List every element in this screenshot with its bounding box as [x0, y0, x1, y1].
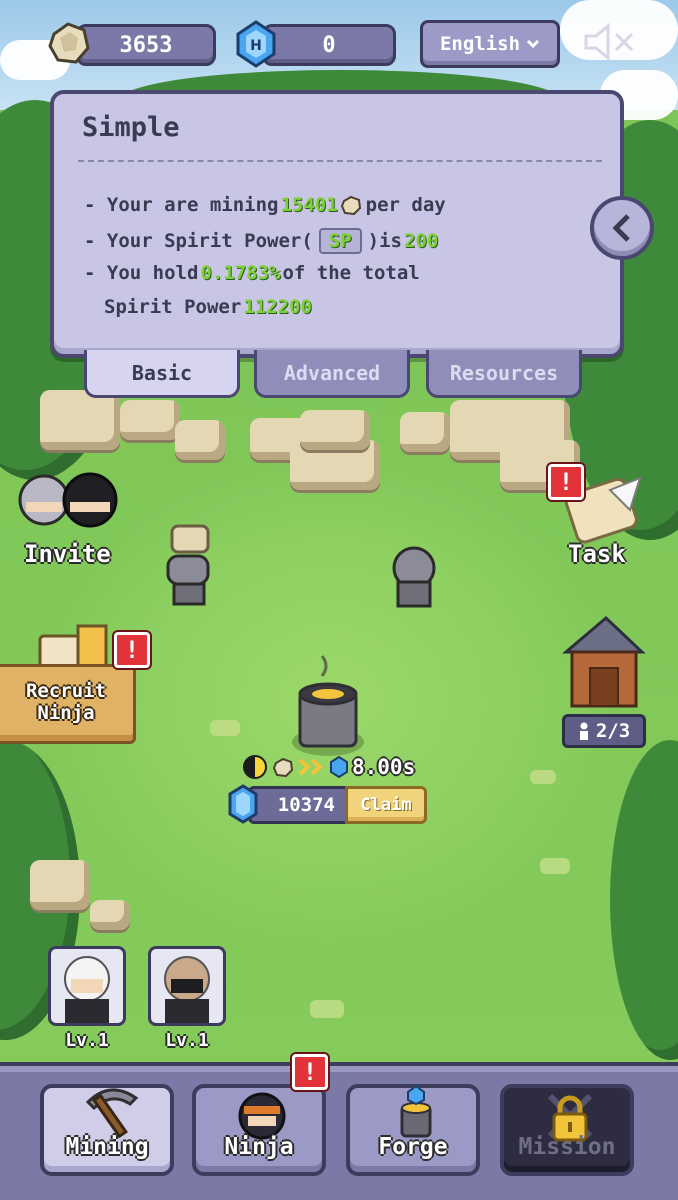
language-label: English: [439, 33, 521, 55]
tab-basic[interactable]: Basic: [84, 350, 240, 398]
invite-label: Invite: [24, 540, 111, 568]
ninja-sprite: [392, 546, 436, 608]
nav-label: Ninja: [224, 1134, 294, 1160]
nav-mission[interactable]: Mission: [500, 1084, 634, 1176]
chevron-left-icon: [612, 214, 630, 242]
person-icon: [579, 722, 588, 740]
coin-counter: 3653: [76, 24, 216, 66]
half-moon-icon: [243, 755, 267, 779]
forge-well: [292, 655, 364, 756]
house-capacity[interactable]: 2/3: [562, 714, 646, 748]
language-select[interactable]: English: [420, 20, 560, 68]
tab-label: Basic: [131, 360, 193, 385]
panel-title: Simple: [82, 112, 180, 143]
claim-button[interactable]: Claim: [345, 786, 427, 824]
blue-gem-icon: H: [236, 20, 276, 68]
nav-mining[interactable]: Mining: [40, 1084, 174, 1176]
ninja-level: Lv.1: [165, 1030, 209, 1051]
text: of the total: [282, 262, 420, 284]
chevron-down-icon: [526, 39, 540, 49]
task-label: Task: [568, 540, 626, 568]
svg-text:H: H: [250, 38, 262, 54]
nav-label: Mission: [518, 1134, 616, 1160]
total-power-value: 112200: [243, 296, 312, 318]
gem-counter: 0: [262, 24, 396, 66]
invite-ninjas: [18, 472, 118, 528]
ninja-card[interactable]: [48, 946, 126, 1026]
spirit-power-value: 200: [404, 230, 439, 252]
claim-label: Claim: [360, 795, 412, 815]
text: - Your Spirit Power(: [84, 230, 313, 252]
stone-coin-icon: [272, 757, 294, 777]
text: - You hold: [84, 262, 199, 284]
blue-gem-icon: [228, 784, 258, 824]
text: - Your are mining: [84, 194, 279, 216]
nav-ninja[interactable]: Ninja: [192, 1084, 326, 1176]
claimable-amount: 10374: [248, 786, 348, 824]
blue-gem-icon: [330, 756, 348, 778]
ninja-portrait: [164, 956, 210, 1023]
gem-count: 0: [322, 32, 336, 58]
double-arrow-icon: [298, 758, 324, 776]
mining-rate-line: - Your are mining 15401 per day: [84, 194, 446, 216]
tab-resources[interactable]: Resources: [426, 350, 582, 398]
alert-mark: !: [558, 468, 574, 496]
nav-label: Mining: [65, 1134, 149, 1160]
alert-mark: !: [302, 1058, 318, 1086]
spirit-power-line: - Your Spirit Power( SP )is 200: [84, 228, 440, 254]
nav-label: Forge: [378, 1134, 448, 1160]
timer-value: 8.00s: [352, 755, 416, 779]
claim-amount-value: 10374: [277, 794, 335, 816]
mining-info-panel: Simple - Your are mining 15401 per day -…: [50, 90, 624, 358]
capacity-value: 2/3: [595, 720, 631, 742]
text: )is: [367, 230, 402, 252]
collapse-panel-button[interactable]: [590, 196, 654, 260]
ninja-miner-sprite: [166, 524, 210, 606]
text: per day: [365, 194, 446, 216]
coin-count: 3653: [119, 32, 173, 58]
stone-coin-icon: [340, 195, 361, 215]
sp-badge: SP: [318, 228, 362, 254]
tab-label: Advanced: [283, 360, 381, 385]
divider: [78, 160, 602, 162]
share-line: - You hold 0.1783% of the total: [84, 262, 420, 284]
total-power-line: Spirit Power 112200: [104, 296, 314, 318]
recruit-line-2: Ninja: [37, 702, 95, 724]
tab-label: Resources: [449, 360, 559, 385]
ninja-alert-badge: !: [292, 1054, 328, 1090]
recruit-alert-badge: !: [114, 632, 150, 668]
nav-forge[interactable]: Forge: [346, 1084, 480, 1176]
share-percent: 0.1783%: [200, 262, 281, 284]
ninja-level: Lv.1: [65, 1030, 109, 1051]
mining-timer: 8.00s: [242, 754, 415, 780]
invite-button[interactable]: Invite: [24, 540, 111, 568]
recruit-ninja-label: Recruit Ninja: [10, 680, 122, 724]
mining-rate-value: 15401: [280, 194, 338, 216]
speaker-muted-icon[interactable]: [582, 20, 638, 64]
ninja-portrait: [64, 956, 110, 1023]
recruit-line-1: Recruit: [25, 680, 107, 702]
task-button[interactable]: Task: [568, 540, 626, 568]
ninja-card[interactable]: [148, 946, 226, 1026]
task-alert-badge: !: [548, 464, 584, 500]
text: Spirit Power: [104, 296, 242, 318]
alert-mark: !: [124, 636, 140, 664]
stone-coin-icon: [48, 22, 90, 64]
ninja-house: [561, 615, 646, 708]
pickaxe-icon: [85, 1088, 139, 1139]
tab-advanced[interactable]: Advanced: [254, 350, 410, 398]
